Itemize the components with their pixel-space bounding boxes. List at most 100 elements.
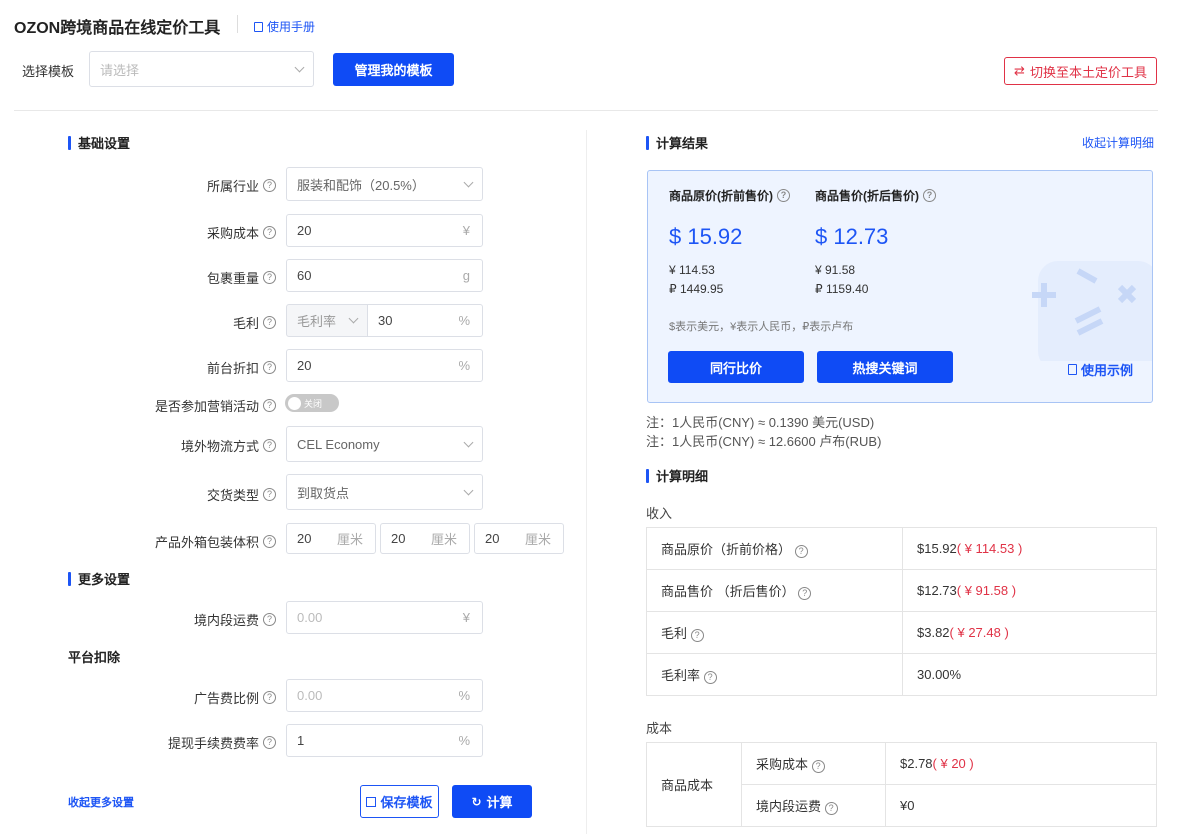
switch-button-label: 切换至本土定价工具 [1029, 64, 1147, 80]
sale-price-rub: ₽ 1159.40 [815, 282, 869, 296]
volume-length-input[interactable]: 20 厘米 [286, 523, 376, 554]
industry-value: 服装和配饰（20.5%） [297, 177, 425, 193]
page-title: OZON跨境商品在线定价工具 [14, 20, 221, 37]
sale-price-label: 商品售价(折后售价)? [815, 187, 936, 204]
original-price-label: 商品原价(折前售价)? [669, 187, 790, 204]
manual-link[interactable]: 使用手册 [254, 18, 315, 35]
cost-group-label: 商品成本 [646, 742, 742, 827]
help-icon: ? [263, 613, 276, 626]
delivery-label: 交货类型? [66, 485, 276, 504]
platform-deduction-title: 平台扣除 [68, 650, 121, 665]
help-icon: ? [263, 736, 276, 749]
withdraw-fee-label: 提现手续费费率? [66, 733, 276, 752]
domestic-freight-label: 境内段运费? [66, 610, 276, 629]
title-divider [237, 15, 238, 33]
refresh-icon: ↻ [471, 794, 482, 809]
usd-rate-note: 注：1人民币(CNY) ≈ 0.1390 美元(USD) [646, 415, 875, 430]
discount-input[interactable]: 20% [286, 349, 483, 382]
collapse-more-link[interactable]: 收起更多设置 [68, 794, 134, 810]
weight-label: 包裹重量? [66, 268, 276, 287]
help-icon: ? [263, 399, 276, 412]
switch-icon: ⇄ [1014, 63, 1025, 78]
chevron-down-icon [348, 313, 359, 324]
margin-label: 毛利? [66, 313, 276, 332]
help-icon: ? [703, 671, 717, 684]
income-label: 收入 [646, 506, 673, 521]
help-icon: ? [824, 802, 838, 815]
rub-rate-note: 注：1人民币(CNY) ≈ 12.6600 卢布(RUB) [646, 434, 882, 449]
hot-keywords-button[interactable]: 热搜关键词 [817, 351, 953, 383]
template-select[interactable]: 请选择 [89, 51, 314, 87]
result-card: 商品原价(折前售价)? $ 15.92 ¥ 114.53 ₽ 1449.95 商… [647, 170, 1153, 403]
table-row: 商品成本 采购成本 ? $2.78( ¥ 20 ) [646, 742, 1157, 827]
weight-input[interactable]: 60 g [286, 259, 483, 292]
help-icon: ? [263, 271, 276, 284]
sale-price-usd: $ 12.73 [815, 224, 889, 249]
template-label: 选择模板 [22, 64, 75, 79]
collapse-detail-link[interactable]: 收起计算明细 [1082, 134, 1154, 151]
table-row: 商品售价 （折后售价） ? $12.73( ¥ 91.58 ) [646, 569, 1157, 612]
domestic-freight-input[interactable]: 0.00 ¥ [286, 601, 483, 634]
logistics-label: 境外物流方式? [66, 436, 276, 455]
withdraw-fee-input[interactable]: 1% [286, 724, 483, 757]
manage-template-button[interactable]: 管理我的模板 [333, 53, 454, 86]
help-icon: ? [263, 535, 276, 548]
volume-label: 产品外箱包装体积? [66, 532, 276, 551]
table-row: 毛利率 ? 30.00% [646, 653, 1157, 696]
help-icon: ? [263, 226, 276, 239]
help-icon: ? [923, 189, 936, 202]
save-icon [366, 796, 377, 807]
help-icon: ? [263, 361, 276, 374]
margin-mode-select[interactable]: 毛利率 [286, 304, 368, 337]
table-row: 商品原价（折前价格） ? $15.92( ¥ 114.53 ) [646, 527, 1157, 570]
help-icon: ? [263, 316, 276, 329]
help-icon: ? [798, 587, 812, 600]
calculator-decoration-icon [1032, 261, 1152, 361]
help-icon: ? [263, 179, 276, 192]
help-icon: ? [263, 691, 276, 704]
promo-toggle[interactable]: 关闭 [285, 394, 339, 412]
industry-select[interactable]: 服装和配饰（20.5%） [286, 167, 483, 201]
help-icon: ? [263, 439, 276, 452]
currency-legend: $表示美元，¥表示人民币，₽表示卢布 [669, 321, 854, 333]
result-section-title: 计算结果 [646, 133, 708, 152]
delivery-select[interactable]: 到取货点 [286, 474, 483, 510]
book-icon [1068, 364, 1077, 375]
table-row: 毛利 ? $3.82( ¥ 27.48 ) [646, 611, 1157, 654]
chevron-down-icon [294, 62, 305, 72]
basic-section-title: 基础设置 [68, 133, 130, 152]
ad-ratio-input[interactable]: 0.00% [286, 679, 483, 712]
discount-label: 前台折扣? [66, 358, 276, 377]
help-icon: ? [794, 545, 808, 558]
cost-label: 成本 [646, 721, 673, 736]
column-divider [586, 130, 587, 834]
manual-link-label: 使用手册 [267, 20, 316, 34]
margin-input[interactable]: 30% [367, 304, 483, 337]
purchase-cost-input[interactable]: 20 ¥ [286, 214, 483, 247]
volume-width-input[interactable]: 20 厘米 [380, 523, 470, 554]
template-placeholder: 请选择 [100, 62, 140, 78]
calculate-button[interactable]: ↻ 计算 [452, 785, 532, 818]
ad-ratio-label: 广告费比例? [66, 688, 276, 707]
original-price-rub: ₽ 1449.95 [669, 282, 724, 296]
promo-label: 是否参加营销活动? [66, 396, 276, 415]
original-price-usd: $ 15.92 [669, 224, 743, 249]
detail-section-title: 计算明细 [646, 466, 708, 485]
switch-local-tool-button[interactable]: ⇄ 切换至本土定价工具 [1004, 57, 1157, 85]
chevron-down-icon [463, 177, 474, 187]
industry-label: 所属行业? [66, 176, 276, 195]
compare-price-button[interactable]: 同行比价 [668, 351, 804, 383]
save-template-button[interactable]: 保存模板 [360, 785, 439, 818]
help-icon: ? [811, 760, 825, 773]
chevron-down-icon [463, 485, 474, 495]
purchase-cost-label: 采购成本? [66, 223, 276, 242]
logistics-select[interactable]: CEL Economy [286, 426, 483, 462]
sale-price-cny: ¥ 91.58 [815, 263, 856, 277]
more-section-title: 更多设置 [68, 569, 130, 588]
volume-height-input[interactable]: 20 厘米 [474, 523, 564, 554]
usage-example-link[interactable]: 使用示例 [1068, 360, 1133, 379]
income-table: 商品原价（折前价格） ? $15.92( ¥ 114.53 ) 商品售价 （折后… [646, 527, 1157, 696]
book-icon [254, 21, 263, 32]
help-icon: ? [690, 629, 704, 642]
chevron-down-icon [463, 437, 474, 447]
